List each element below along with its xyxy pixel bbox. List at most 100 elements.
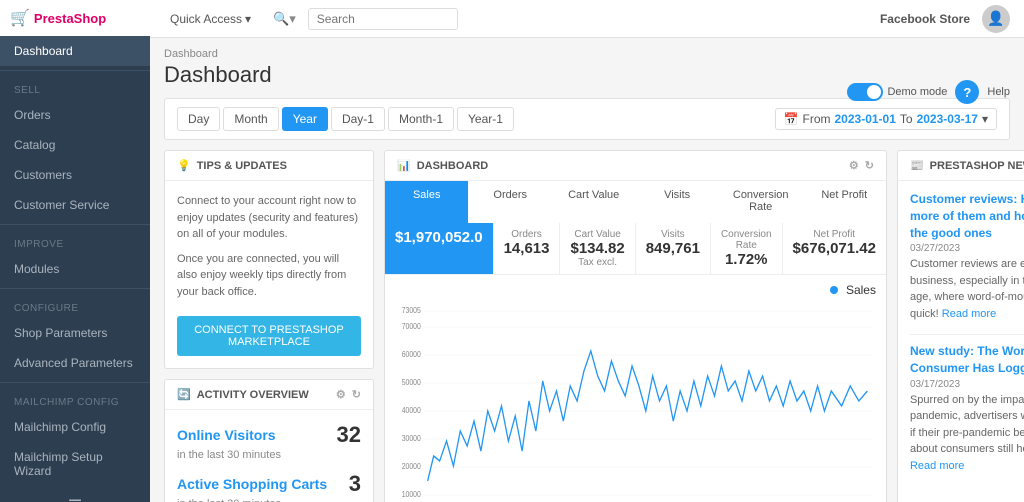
news-text-1: Customer reviews are essential to any bu…: [910, 256, 1024, 322]
filter-month[interactable]: Month: [223, 107, 278, 131]
tips-header: 💡 TIPS & UPDATES: [165, 151, 373, 181]
read-more-2[interactable]: Read more: [910, 460, 964, 472]
online-visitors-count: 32: [337, 422, 361, 448]
svg-text:10000: 10000: [402, 489, 421, 499]
read-more-1[interactable]: Read more: [942, 308, 996, 320]
svg-text:40000: 40000: [402, 405, 421, 415]
gear-icon[interactable]: ⚙: [336, 388, 346, 401]
refresh-icon[interactable]: ↻: [865, 159, 874, 172]
left-column: 💡 TIPS & UPDATES Connect to your account…: [164, 150, 374, 502]
dashboard-stats-header: 📊 DASHBOARD ⚙ ↻: [385, 151, 886, 181]
date-to-label: To: [900, 112, 913, 126]
conversion-value-cell: Conversion Rate 1.72%: [711, 223, 783, 274]
calendar-icon: 📅: [784, 112, 799, 126]
sidebar-item-catalog[interactable]: Catalog: [0, 130, 150, 160]
topbar-left: Quick Access ▾ 🔍▾: [164, 8, 458, 30]
sidebar-item-mailchimp-config[interactable]: Mailchimp Config: [0, 412, 150, 442]
news-panel: 📰 PRESTASHOP NEWS Customer reviews: How …: [897, 150, 1024, 502]
tips-text2: Once you are connected, you will also en…: [177, 251, 361, 301]
date-range-selector[interactable]: 📅 From 2023-01-01 To 2023-03-17 ▾: [775, 108, 997, 130]
demo-mode-label: Demo mode: [887, 86, 947, 98]
section-sell: SELL: [0, 75, 150, 100]
sales-chart: 73005 70000 60000 50000 40000 30000 2000…: [395, 301, 876, 502]
sidebar-hamburger[interactable]: ☰: [0, 486, 150, 502]
svg-text:50000: 50000: [402, 377, 421, 387]
chevron-down-icon: ▾: [982, 112, 988, 126]
news-title-2[interactable]: New study: The Workday Consumer Has Logg…: [910, 344, 1024, 375]
legend-label: Sales: [846, 283, 876, 297]
dashboard-stats-panel: 📊 DASHBOARD ⚙ ↻ Sales Orders Cart Value …: [384, 150, 887, 502]
logo: 🛒 PrestaShop: [0, 0, 150, 36]
filter-year-1[interactable]: Year-1: [457, 107, 514, 131]
filter-day-1[interactable]: Day-1: [331, 107, 385, 131]
tab-sales[interactable]: Sales: [385, 181, 468, 223]
filter-year[interactable]: Year: [282, 107, 328, 131]
sidebar-item-shop-parameters[interactable]: Shop Parameters: [0, 318, 150, 348]
quick-access-label: Quick Access: [170, 12, 242, 26]
tab-visits[interactable]: Visits: [635, 181, 718, 223]
dashboard-grid: 💡 TIPS & UPDATES Connect to your account…: [164, 150, 1010, 502]
sidebar-item-modules[interactable]: Modules: [0, 254, 150, 284]
tab-orders[interactable]: Orders: [468, 181, 551, 223]
sidebar-item-dashboard[interactable]: Dashboard: [0, 36, 150, 66]
news-date-1: 03/27/2023: [910, 243, 1024, 254]
section-mailchimp: MAILCHIMP CONFIG: [0, 387, 150, 412]
visits-label: Visits: [646, 229, 700, 240]
divider-sell: [0, 70, 150, 71]
main-area: Quick Access ▾ 🔍▾ Facebook Store 👤 Demo …: [150, 0, 1024, 502]
news-title-1[interactable]: Customer reviews: How to get more of the…: [910, 192, 1024, 240]
date-from-label: From: [803, 112, 831, 126]
sidebar-item-customer-service[interactable]: Customer Service: [0, 190, 150, 220]
news-header: 📰 PRESTASHOP NEWS: [898, 151, 1024, 181]
sidebar-item-mailchimp-setup[interactable]: Mailchimp Setup Wizard: [0, 442, 150, 486]
filter-day[interactable]: Day: [177, 107, 220, 131]
conversion-value: 1.72%: [721, 251, 772, 268]
profit-value-cell: Net Profit $676,071.42: [783, 223, 886, 274]
orders-value-cell: Orders 14,613: [494, 223, 561, 274]
tips-icon: 💡: [177, 159, 191, 172]
legend-dot: [830, 286, 838, 294]
demo-mode-toggle[interactable]: [847, 83, 883, 101]
gear-icon[interactable]: ⚙: [849, 159, 859, 172]
news-item-1: Customer reviews: How to get more of the…: [910, 191, 1024, 322]
active-carts-metric: Active Shopping Carts 3 in the last 30 m…: [177, 471, 361, 502]
avatar: 👤: [982, 5, 1010, 33]
search-icon[interactable]: 🔍▾: [267, 8, 302, 30]
orders-label: Orders: [504, 229, 550, 240]
topbar: Quick Access ▾ 🔍▾ Facebook Store 👤: [150, 0, 1024, 38]
breadcrumb: Dashboard: [164, 48, 1010, 60]
sidebar-item-customers[interactable]: Customers: [0, 160, 150, 190]
help-button[interactable]: ?: [955, 80, 979, 104]
svg-text:30000: 30000: [402, 433, 421, 443]
news-item-2: New study: The Workday Consumer Has Logg…: [910, 343, 1024, 474]
cart-value: $134.82: [570, 240, 624, 257]
sidebar-item-orders[interactable]: Orders: [0, 100, 150, 130]
date-from: 2023-01-01: [835, 112, 896, 126]
news-icon: 📰: [910, 159, 924, 172]
filter-month-1[interactable]: Month-1: [388, 107, 454, 131]
section-improve: IMPROVE: [0, 229, 150, 254]
refresh-icon[interactable]: ↻: [352, 388, 361, 401]
profit-value: $676,071.42: [793, 240, 876, 257]
news-header-label: PRESTASHOP NEWS: [930, 160, 1024, 172]
time-filter-bar: Day Month Year Day-1 Month-1 Year-1 📅 Fr…: [164, 98, 1010, 140]
search-input[interactable]: [308, 8, 458, 30]
tab-conversion-rate[interactable]: Conversion Rate: [719, 181, 803, 223]
cart-label: Cart Value: [570, 229, 624, 240]
visits-value: 849,761: [646, 240, 700, 257]
news-date-2: 03/17/2023: [910, 379, 1024, 390]
stats-values-row: $1,970,052.0 Orders 14,613 Cart Value $1…: [385, 223, 886, 275]
chart-icon: 📊: [397, 159, 411, 172]
quick-access-button[interactable]: Quick Access ▾: [164, 8, 257, 30]
dashboard-header-actions: ⚙ ↻: [849, 159, 874, 172]
sidebar-item-advanced-parameters[interactable]: Advanced Parameters: [0, 348, 150, 378]
svg-text:73005: 73005: [402, 305, 421, 315]
tab-net-profit[interactable]: Net Profit: [803, 181, 886, 223]
tips-text1: Connect to your account right now to enj…: [177, 193, 361, 243]
help-label: Help: [987, 86, 1010, 98]
connect-button[interactable]: CONNECT TO PRESTASHOP MARKETPLACE: [177, 316, 361, 356]
tab-cart-value[interactable]: Cart Value: [552, 181, 635, 223]
date-to: 2023-03-17: [917, 112, 978, 126]
activity-header-label: ACTIVITY OVERVIEW: [197, 389, 309, 401]
active-carts-sub: in the last 30 minutes: [177, 498, 361, 502]
